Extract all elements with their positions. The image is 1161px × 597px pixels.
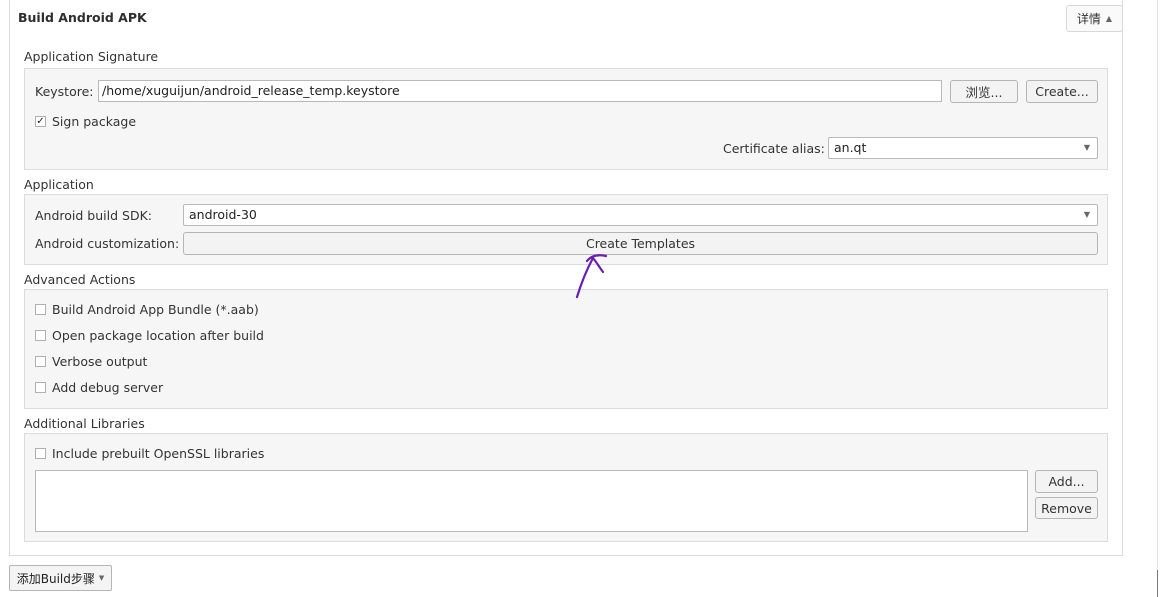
add-library-button[interactable]: Add... — [1035, 470, 1098, 493]
section-additional-libraries: Additional Libraries — [24, 416, 145, 431]
openssl-checkbox[interactable] — [35, 448, 46, 459]
chevron-down-icon: ▼ — [1083, 210, 1090, 219]
option-label: Add debug server — [52, 380, 164, 395]
openssl-checkbox-row[interactable]: Include prebuilt OpenSSL libraries — [35, 446, 264, 461]
add-build-step-label: 添加Build步骤 — [16, 571, 95, 586]
option-label: Verbose output — [52, 354, 148, 369]
create-keystore-button[interactable]: Create... — [1026, 80, 1098, 103]
chevron-down-icon: ▼ — [1083, 143, 1090, 152]
section-advanced-actions: Advanced Actions — [24, 272, 136, 287]
keystore-label: Keystore: — [35, 84, 94, 99]
libraries-list[interactable] — [35, 470, 1028, 532]
add-build-step-button[interactable]: 添加Build步骤 ▼ — [9, 565, 112, 591]
section-application: Application — [24, 177, 94, 192]
android-build-sdk-label: Android build SDK: — [35, 208, 152, 223]
option-label: Open package location after build — [52, 328, 264, 343]
scrollbar-edge — [1157, 570, 1158, 597]
window-right-edge — [1157, 0, 1158, 597]
create-templates-button[interactable]: Create Templates — [183, 232, 1098, 255]
remove-library-button[interactable]: Remove — [1035, 497, 1098, 519]
openssl-label: Include prebuilt OpenSSL libraries — [52, 446, 265, 461]
browse-button[interactable]: 浏览... — [950, 80, 1018, 103]
details-toggle-button[interactable]: 详情 ▲ — [1066, 5, 1123, 32]
advanced-option-row[interactable]: Open package location after build — [35, 328, 264, 343]
certificate-alias-value: an.qt — [834, 140, 867, 155]
signature-group: Keystore: /home/xuguijun/android_release… — [24, 68, 1108, 170]
additional-libraries-group: Include prebuilt OpenSSL libraries Add..… — [24, 433, 1108, 542]
certificate-alias-select[interactable]: an.qt ▼ — [828, 137, 1098, 159]
sign-package-checkbox-row[interactable]: ✓ Sign package — [35, 114, 136, 129]
keystore-path-input[interactable]: /home/xuguijun/android_release_temp.keys… — [98, 80, 942, 102]
sign-package-label: Sign package — [52, 114, 137, 129]
advanced-option-row[interactable]: Verbose output — [35, 354, 147, 369]
details-label: 详情 — [1076, 12, 1101, 26]
option-label: Build Android App Bundle (*.aab) — [52, 302, 259, 317]
add-debug-server-checkbox[interactable] — [35, 382, 46, 393]
certificate-alias-label: Certificate alias: — [723, 141, 825, 156]
android-build-sdk-select[interactable]: android-30 ▼ — [183, 204, 1098, 226]
advanced-option-row[interactable]: Add debug server — [35, 380, 163, 395]
android-build-sdk-value: android-30 — [189, 207, 257, 222]
advanced-actions-group: Build Android App Bundle (*.aab) Open pa… — [24, 289, 1108, 409]
advanced-option-row[interactable]: Build Android App Bundle (*.aab) — [35, 302, 259, 317]
section-application-signature: Application Signature — [24, 49, 159, 64]
annotation-arrow-icon — [575, 254, 608, 299]
open-package-location-checkbox[interactable] — [35, 330, 46, 341]
verbose-output-checkbox[interactable] — [35, 356, 46, 367]
android-customization-label: Android customization: — [35, 236, 180, 251]
sign-package-checkbox[interactable]: ✓ — [35, 116, 46, 127]
chevron-down-icon: ▼ — [98, 574, 105, 582]
build-aab-checkbox[interactable] — [35, 304, 46, 315]
panel-title: Build Android APK — [18, 10, 147, 25]
chevron-up-icon: ▲ — [1105, 14, 1113, 23]
application-group: Android build SDK: android-30 ▼ Android … — [24, 194, 1108, 265]
